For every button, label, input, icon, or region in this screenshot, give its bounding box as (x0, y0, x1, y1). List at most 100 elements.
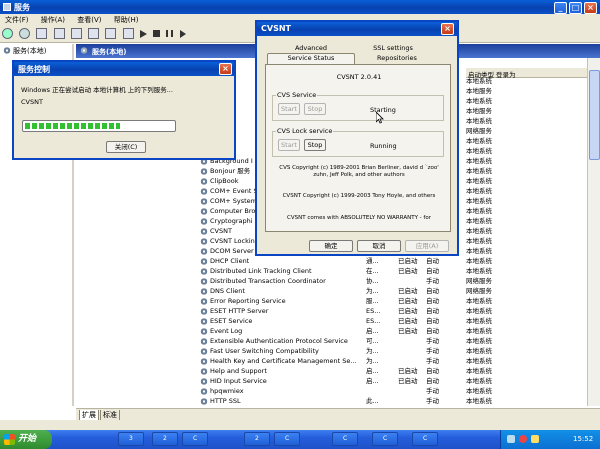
table-row[interactable]: HID Input Service 启... 已启动 自动 本地系统 (200, 376, 587, 386)
lock-service-start-button[interactable]: Start (278, 139, 300, 151)
service-name: Computer Bro (210, 207, 256, 215)
minimize-button[interactable]: _ (554, 2, 567, 14)
service-gear-icon (200, 257, 208, 265)
dialog-title: 服务控制 (18, 65, 50, 74)
service-name: DHCP Client (210, 257, 250, 265)
close-button[interactable]: × (584, 2, 597, 14)
ok-button[interactable]: 确定 (309, 240, 353, 252)
table-row[interactable]: Event Log 启... 已启动 自动 本地系统 (200, 326, 587, 336)
system-tray: 15:52 (500, 430, 600, 449)
service-description: ES... (366, 317, 381, 325)
table-row[interactable]: Help and Support 启... 已启动 自动 本地系统 (200, 366, 587, 376)
service-startup-type: 自动 (426, 287, 439, 295)
service-logon: 本地系统 (466, 347, 492, 355)
menu-action[interactable]: 操作(A) (36, 14, 70, 26)
tray-clock: 15:52 (573, 435, 594, 443)
table-row[interactable]: HTTP SSL 此... 手动 本地系统 (200, 396, 587, 406)
taskbar-item[interactable]: C (412, 432, 438, 446)
refresh-icon[interactable] (70, 28, 82, 39)
table-row[interactable]: Extensible Authentication Protocol Servi… (200, 336, 587, 346)
service-logon: 本地系统 (466, 387, 492, 395)
service-logon: 本地系统 (466, 377, 492, 385)
tray-network-icon[interactable] (507, 435, 515, 443)
play-icon[interactable] (139, 29, 147, 38)
service-name: hpqwmiex (210, 387, 244, 395)
service-name: HID Input Service (210, 377, 267, 385)
table-row[interactable]: Distributed Transaction Coordinator 协... 手… (200, 276, 587, 286)
table-row[interactable]: hpqwmiex 手动 本地系统 (200, 386, 587, 396)
taskbar-item[interactable]: 2 (244, 432, 270, 446)
console-tree-icon[interactable] (36, 28, 48, 39)
service-gear-icon (200, 187, 208, 195)
cvs-service-start-button[interactable]: Start (278, 103, 300, 115)
stop-icon[interactable] (153, 30, 161, 37)
table-row[interactable]: ESET HTTP Server ES... 已启动 自动 本地系统 (200, 306, 587, 316)
forward-icon[interactable] (19, 28, 31, 39)
service-description: 在... (366, 267, 379, 275)
cvsnt-title: CVSNT (261, 24, 291, 33)
tray-volume-icon[interactable] (531, 435, 539, 443)
service-logon: 本地系统 (466, 177, 492, 185)
menu-file[interactable]: 文件(F) (0, 14, 34, 26)
service-logon: 本地服务 (466, 107, 492, 115)
service-description: 为... (366, 357, 379, 365)
service-gear-icon (200, 307, 208, 315)
table-row[interactable]: ESET Service ES... 已启动 自动 本地系统 (200, 316, 587, 326)
help-icon[interactable] (105, 28, 117, 39)
tab-repositories[interactable]: Repositories (357, 54, 437, 62)
service-description: 启... (366, 377, 379, 385)
pause-icon[interactable] (166, 30, 174, 37)
tray-shield-icon[interactable] (519, 435, 527, 443)
menu-help[interactable]: 帮助(H) (109, 14, 144, 26)
service-name: Error Reporting Service (210, 297, 286, 305)
view-icon[interactable] (122, 28, 134, 39)
service-name: Fast User Switching Compatibility (210, 347, 319, 355)
taskbar-item[interactable]: 3 (118, 432, 144, 446)
service-gear-icon (200, 337, 208, 345)
taskbar-item[interactable]: C (182, 432, 208, 446)
service-startup-type: 自动 (426, 367, 439, 375)
cvsnt-close-button[interactable]: × (441, 23, 454, 35)
tab-advanced[interactable]: Advanced (281, 44, 341, 52)
back-icon[interactable] (2, 28, 13, 39)
tree-item-services-local[interactable]: 服务(本地) (13, 46, 46, 56)
service-logon: 本地系统 (466, 337, 492, 345)
lock-service-label: CVS Lock service (276, 127, 334, 135)
table-row[interactable]: DHCP Client 通... 已启动 自动 本地系统 (200, 256, 587, 266)
apply-button[interactable]: 应用(A) (405, 240, 449, 252)
service-startup-type: 自动 (426, 267, 439, 275)
taskbar-item[interactable]: C (274, 432, 300, 446)
dialog-close-action-button[interactable]: 关闭(C) (106, 141, 146, 153)
service-gear-icon (200, 317, 208, 325)
tab-ssl-settings[interactable]: SSL settings (357, 44, 429, 52)
table-row[interactable]: Health Key and Certificate Management Se… (200, 356, 587, 366)
scroll-thumb[interactable] (589, 70, 600, 160)
service-gear-icon (200, 387, 208, 395)
export-icon[interactable] (88, 28, 100, 39)
service-logon: 网络服务 (466, 127, 492, 135)
taskbar-item[interactable]: 2 (152, 432, 178, 446)
taskbar-item[interactable]: C (332, 432, 358, 446)
service-status: 已启动 (398, 367, 418, 375)
start-button[interactable]: 开始 (0, 430, 52, 449)
table-row[interactable]: Distributed Link Tracking Client 在... 已启动自… (200, 266, 587, 276)
table-row[interactable]: DNS Client 为... 已启动 自动 网络服务 (200, 286, 587, 296)
service-logon: 本地系统 (466, 247, 492, 255)
table-row[interactable]: Fast User Switching Compatibility 为... 手动 本… (200, 346, 587, 356)
service-logon: 本地系统 (466, 397, 492, 405)
properties-icon[interactable] (53, 28, 65, 39)
vertical-scrollbar[interactable] (587, 58, 600, 406)
dialog-message: Windows 正在尝试启动 本地计算机 上的下列服务... (21, 86, 173, 94)
lock-service-stop-button[interactable]: Stop (304, 139, 326, 151)
taskbar-item[interactable]: C (372, 432, 398, 446)
service-name: Distributed Transaction Coordinator (210, 277, 326, 285)
maximize-button[interactable]: □ (569, 2, 582, 14)
cvs-service-stop-button[interactable]: Stop (304, 103, 326, 115)
dialog-close-button[interactable]: × (219, 63, 232, 75)
tab-service-status[interactable]: Service Status (267, 53, 355, 64)
service-name: COM+ System (210, 197, 258, 205)
cancel-button[interactable]: 取消 (357, 240, 401, 252)
menu-view[interactable]: 查看(V) (72, 14, 106, 26)
table-row[interactable]: Error Reporting Service 服... 已启动 自动 本地系统 (200, 296, 587, 306)
restart-icon[interactable] (179, 29, 186, 38)
